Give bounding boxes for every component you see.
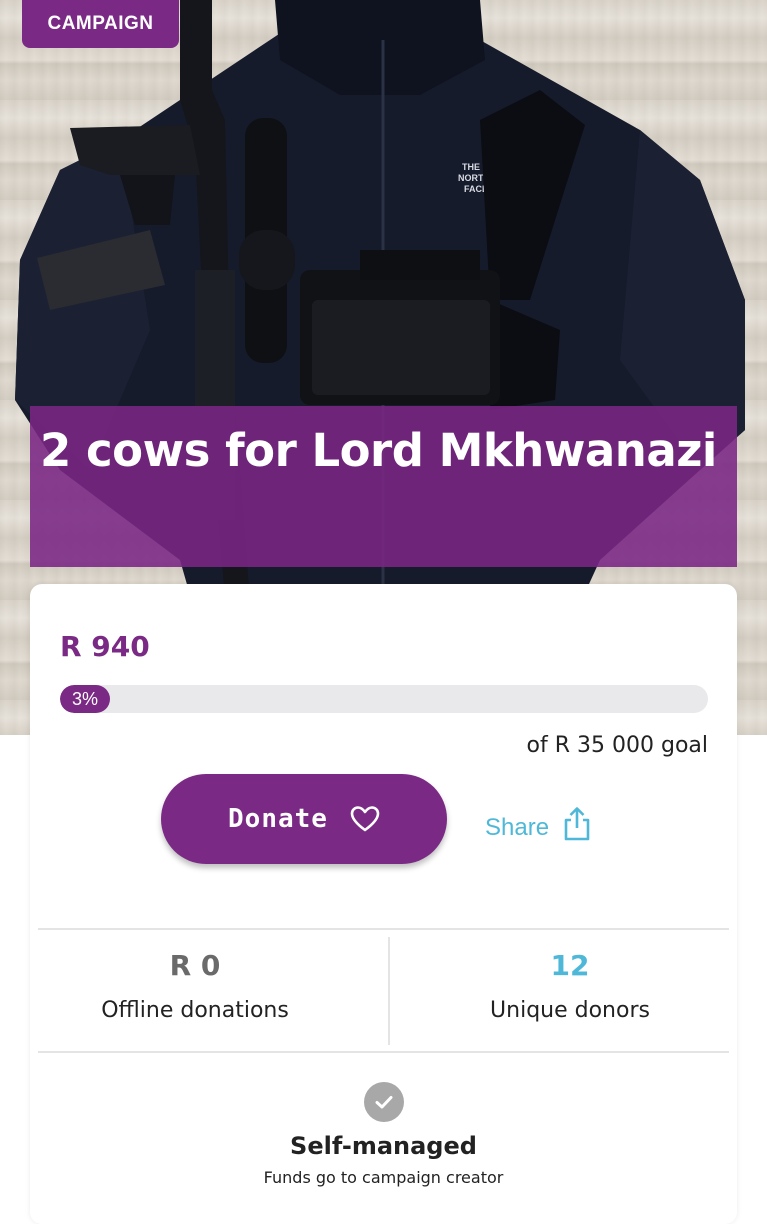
goal-amount: of R 35 000 goal: [526, 733, 708, 758]
check-circle-icon: [363, 1082, 404, 1122]
funding-card: R 940 3% of R 35 000 goal Donate Share R…: [30, 584, 737, 1224]
campaign-title-band: 2 cows for Lord Mkhwanazi: [30, 406, 737, 567]
progress-bar: 3%: [60, 685, 708, 713]
offline-donations-stat: R 0 Offline donations: [30, 944, 360, 1023]
offline-donations-value: R 0: [169, 949, 221, 982]
divider: [38, 928, 729, 930]
progress-percent-label: 3%: [71, 688, 98, 709]
campaign-badge: CAMPAIGN: [22, 0, 179, 48]
unique-donors-stat: 12 Unique donors: [405, 944, 735, 1023]
campaign-title: 2 cows for Lord Mkhwanazi: [40, 424, 717, 477]
divider: [38, 1051, 729, 1053]
unique-donors-value: 12: [550, 949, 590, 982]
share-label: Share: [485, 814, 550, 841]
offline-donations-label: Offline donations: [101, 998, 289, 1023]
share-upload-icon: [564, 807, 590, 841]
heart-outline-icon: [350, 806, 380, 832]
self-managed-section: Self-managed Funds go to campaign creato…: [30, 1082, 737, 1187]
share-link[interactable]: Share: [485, 807, 593, 842]
svg-text:THE: THE: [462, 162, 480, 172]
self-managed-title: Self-managed: [290, 1132, 477, 1160]
donate-button[interactable]: Donate: [161, 774, 447, 864]
unique-donors-label: Unique donors: [490, 998, 650, 1023]
amount-raised: R 940: [60, 630, 150, 663]
divider-vertical: [388, 937, 390, 1045]
self-managed-subtitle: Funds go to campaign creator: [263, 1168, 504, 1187]
donate-button-label: Donate: [228, 804, 328, 834]
progress-bar-fill: 3%: [60, 685, 110, 713]
campaign-badge-label: CAMPAIGN: [47, 13, 154, 34]
